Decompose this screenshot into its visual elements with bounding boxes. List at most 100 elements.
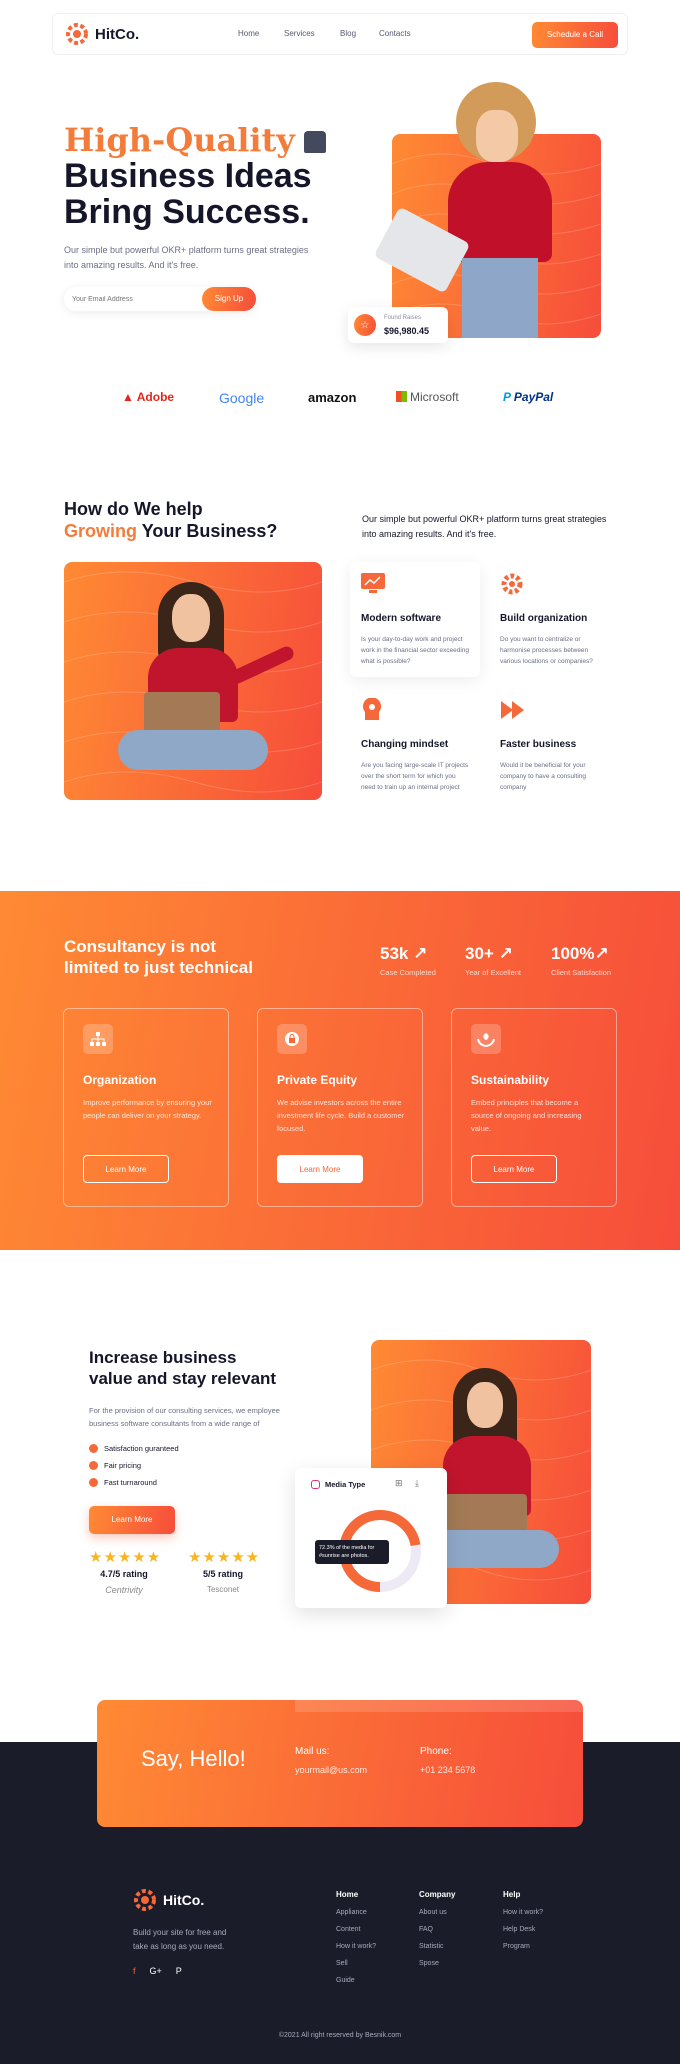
card-title: Organization: [83, 1073, 157, 1087]
service-card-sustainability: Sustainability Embed principles that bec…: [451, 1008, 617, 1207]
head-gear-icon: [363, 698, 381, 720]
arrow-up-right-icon: ↗: [594, 944, 609, 963]
phone-value[interactable]: +01 234 5678: [420, 1765, 475, 1775]
google-plus-icon[interactable]: G+: [150, 1966, 162, 1976]
check-icon: [89, 1444, 98, 1453]
value-learn-more-button[interactable]: Learn More: [89, 1506, 175, 1534]
check-item: Fast turnaround: [89, 1478, 179, 1487]
feature-title-changing-mindset: Changing mindset: [361, 739, 449, 750]
nav-services[interactable]: Services: [284, 29, 315, 38]
email-signup-form: Sign Up: [64, 287, 256, 311]
hero-title-line2: Business Ideas: [64, 157, 312, 195]
service-card-private-equity: Private Equity We advise investors acros…: [257, 1008, 423, 1207]
media-type-title: Media Type: [325, 1480, 366, 1489]
value-text: For the provision of our consulting serv…: [89, 1406, 280, 1428]
footer-link[interactable]: Program: [503, 1943, 543, 1950]
footer-link[interactable]: Content: [336, 1926, 376, 1933]
footer-brand[interactable]: HitCo.: [133, 1888, 204, 1912]
footer-link[interactable]: Spose: [419, 1960, 455, 1967]
footer-link[interactable]: How it work?: [336, 1943, 376, 1950]
facebook-icon[interactable]: f: [133, 1966, 136, 1976]
service-card-organization: Organization Improve performance by ensu…: [63, 1008, 229, 1207]
arrow-up-right-icon: ↗: [413, 944, 428, 963]
learn-more-button[interactable]: Learn More: [83, 1155, 169, 1183]
hero-title: High-Quality Business Ideas Bring Succes…: [64, 122, 364, 230]
brand-logo[interactable]: HitCo.: [65, 22, 139, 46]
card-title: Sustainability: [471, 1073, 550, 1087]
hands-leaf-icon: [471, 1024, 501, 1054]
brand-name: HitCo.: [95, 25, 140, 43]
value-title: Increase business value and stay relevant: [89, 1348, 277, 1388]
check-item: Fair pricing: [89, 1461, 179, 1470]
paypal-icon: P: [503, 390, 514, 404]
nav-contacts[interactable]: Contacts: [379, 29, 411, 38]
laptop-man-emoji-icon: [304, 131, 327, 154]
signup-button[interactable]: Sign Up: [202, 287, 256, 311]
stat-years: 30+ ↗ Year of Excellent: [465, 944, 522, 977]
checklist: Satisfaction guranteed Fair pricing Fast…: [89, 1444, 179, 1495]
phone-label: Phone:: [420, 1746, 452, 1757]
feature-text-build-organization: Do you want to centralize or harmonise p…: [500, 636, 593, 665]
nav-home[interactable]: Home: [238, 29, 259, 38]
instagram-icon: [311, 1480, 320, 1489]
mail-value[interactable]: yourmail@us.com: [295, 1765, 367, 1775]
consultancy-title: Consultancy is not limited to just techni…: [64, 937, 253, 977]
stat-cases: 53k ↗ Case Completed: [380, 944, 436, 977]
check-icon: [89, 1461, 98, 1470]
learn-more-button[interactable]: Learn More: [277, 1155, 363, 1183]
footer-tagline: Build your site for free and take as long…: [133, 1928, 227, 1951]
microsoft-icon: [396, 391, 407, 402]
nav-blog[interactable]: Blog: [340, 29, 356, 38]
footer-link[interactable]: Help Desk: [503, 1926, 543, 1933]
hero-title-line3: Bring Success.: [64, 193, 310, 231]
footer-link[interactable]: About us: [419, 1909, 455, 1916]
help-image: [64, 562, 322, 800]
adobe-icon: ▲: [122, 390, 137, 404]
found-raises-card: ☆ Found Raises $96,980.45: [348, 307, 448, 343]
chart-tooltip: 72.3% of the media for #sunrise are phot…: [315, 1540, 389, 1564]
feature-text-changing-mindset: Are you facing large-scale IT projects o…: [361, 762, 469, 791]
stars-icon: ★★★★★: [89, 1549, 162, 1566]
feature-title-faster-business: Faster business: [500, 739, 577, 750]
feature-text-faster-business: Would it be beneficial for your company …: [500, 762, 586, 791]
help-description: Our simple but powerful OKR+ platform tu…: [362, 514, 607, 539]
footer-link[interactable]: Sell: [336, 1960, 376, 1967]
footer-brand-name: HitCo.: [163, 1892, 205, 1908]
check-icon: [89, 1478, 98, 1487]
footer-link[interactable]: FAQ: [419, 1926, 455, 1933]
feature-title-build-organization: Build organization: [500, 613, 588, 624]
card-text: Improve performance by ensuring your peo…: [83, 1098, 212, 1120]
schedule-call-button[interactable]: Schedule a Call: [532, 22, 618, 48]
copyright: ©2021 All right reserved by Besnik.com: [278, 2032, 402, 2039]
email-input[interactable]: [72, 292, 182, 306]
found-raises-label: Found Raises: [384, 315, 422, 321]
social-links: f G+ P: [133, 1966, 182, 1976]
lock-icon: [277, 1024, 307, 1054]
rating-tesconet: ★★★★★ 5/5 rating Tesconet: [188, 1549, 261, 1594]
hero-title-highlight: High-Quality: [64, 121, 295, 159]
gear-cog-icon: [501, 573, 523, 595]
footer-link[interactable]: Guide: [336, 1977, 376, 1984]
help-title: How do We help Growing Your Business?: [64, 499, 278, 541]
mail-label: Mail us:: [295, 1746, 330, 1757]
org-chart-icon: [83, 1024, 113, 1054]
footer-link[interactable]: Appliance: [336, 1909, 376, 1916]
footer-col-help: Help How it work? Help Desk Program: [503, 1890, 544, 1950]
stars-icon: ★★★★★: [188, 1549, 261, 1566]
learn-more-button[interactable]: Learn More: [471, 1155, 557, 1183]
check-item: Satisfaction guranteed: [89, 1444, 179, 1453]
star-icon: ☆: [354, 314, 376, 336]
logo-google: Google: [219, 390, 265, 406]
table-icon[interactable]: ⊞: [395, 1478, 403, 1489]
footer-link[interactable]: How it work?: [503, 1909, 543, 1916]
card-text: Embed principles that become a source of…: [471, 1098, 582, 1133]
footer-link[interactable]: Statistic: [419, 1943, 455, 1950]
monitor-chart-icon: [361, 573, 385, 593]
found-raises-value: $96,980.45: [384, 326, 430, 336]
logo-microsoft: Microsoft: [396, 390, 459, 404]
media-type-widget: Media Type ⊞ ⤓ 72.3% of the media for #s…: [295, 1468, 447, 1608]
pinterest-icon[interactable]: P: [176, 1966, 182, 1976]
rating-centrivity: ★★★★★ 4.7/5 rating Centrivity: [89, 1549, 162, 1595]
download-icon[interactable]: ⤓: [415, 1478, 419, 1489]
card-text: We advise investors across the entire in…: [277, 1098, 405, 1133]
